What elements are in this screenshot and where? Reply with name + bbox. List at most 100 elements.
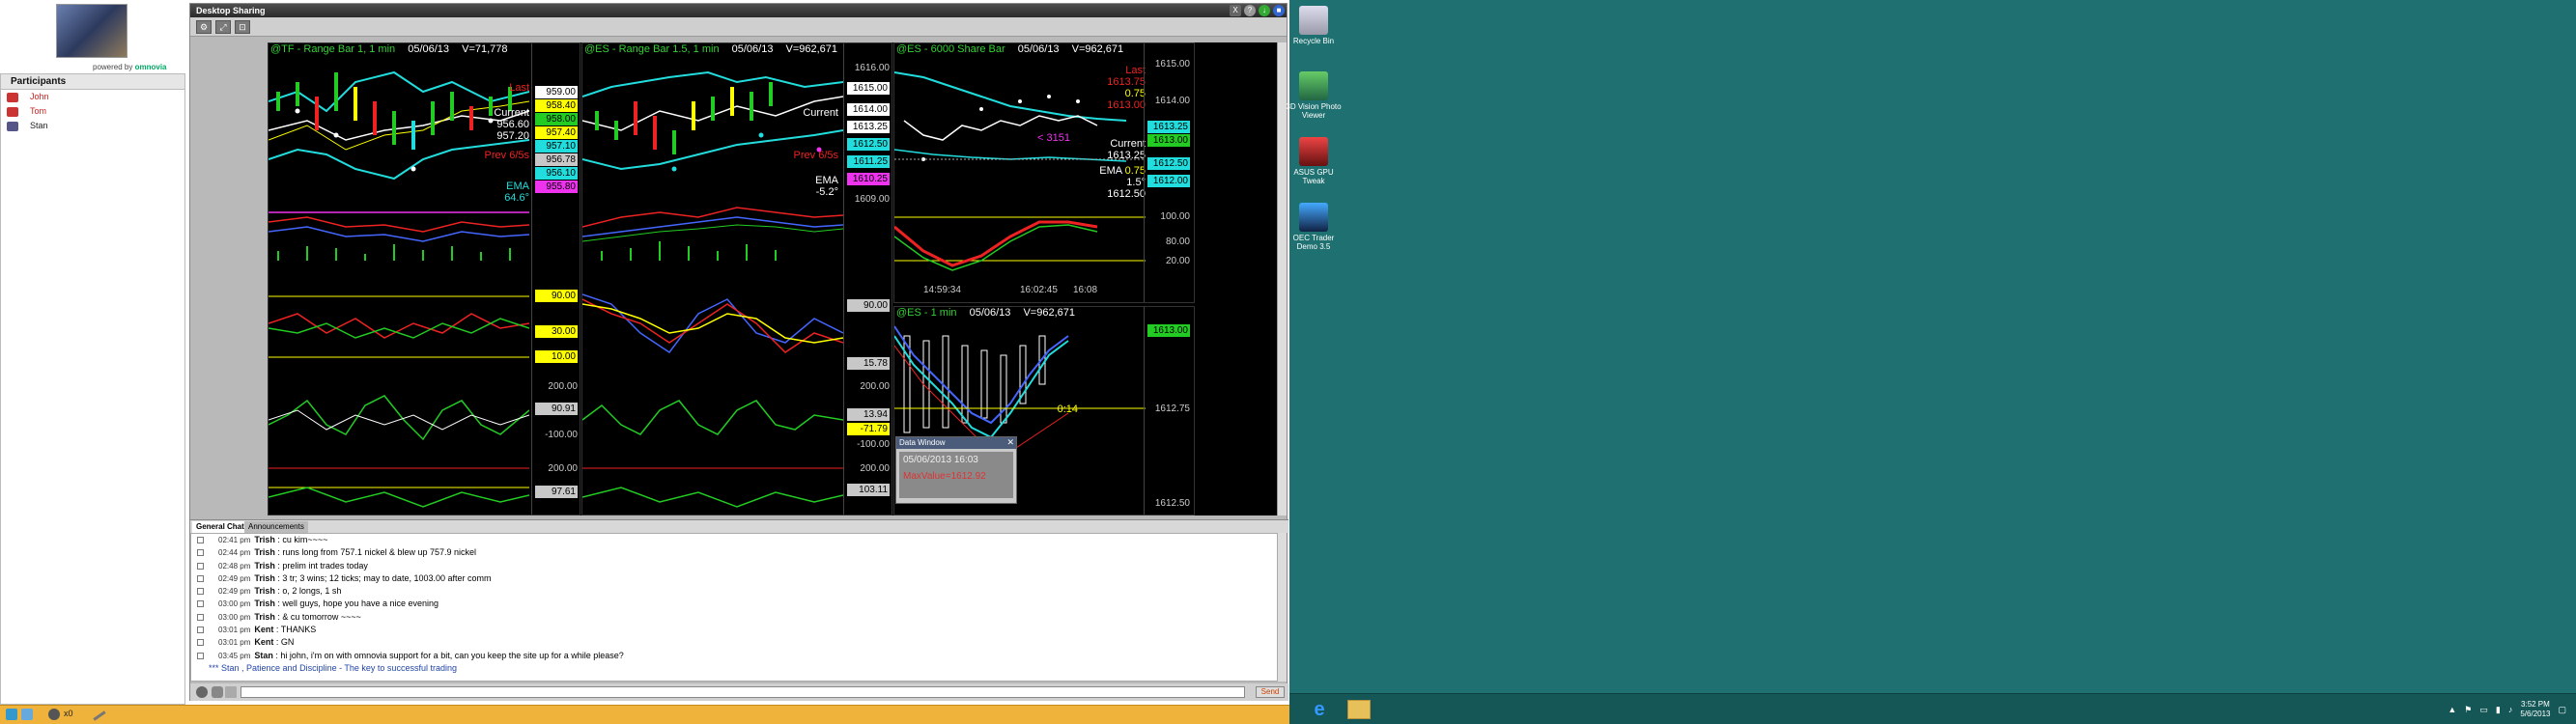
ema-value: 1612.50	[1107, 188, 1146, 200]
message-checkbox[interactable]	[197, 627, 204, 634]
dialog-title-bar[interactable]: Data Window ✕	[896, 437, 1016, 449]
speaker-icon[interactable]	[48, 709, 60, 720]
clock[interactable]: 3:52 PM 5/6/2013	[2520, 700, 2550, 719]
participant-stan[interactable]: Stan	[1, 121, 184, 133]
message-text: : well guys, hope you have a nice evenin…	[277, 599, 439, 609]
sharing-toolbar: ⚙ ⤢ ⊡	[190, 17, 1287, 37]
desktop-icon-label: OEC Trader Demo 3.5	[1292, 234, 1335, 251]
powered-brand: omnovia	[134, 63, 167, 71]
presenter-logo	[56, 4, 127, 58]
price-tag: 1610.25	[847, 173, 890, 185]
current-label: Current	[494, 107, 529, 119]
volume-level: x0	[64, 709, 73, 718]
message-checkbox[interactable]	[197, 652, 204, 659]
price-tag: 1612.50	[1147, 157, 1190, 170]
tab-general-chat[interactable]: General Chat	[192, 521, 248, 533]
ema-value: -5.2°	[815, 186, 838, 198]
desktop-icon-label: 3D Vision Photo Viewer	[1286, 102, 1342, 120]
close-icon[interactable]: ✕	[1006, 437, 1014, 448]
chat-message: 03:01 pm Kent : GN	[191, 636, 1278, 649]
fullscreen-icon[interactable]: ⤢	[215, 19, 231, 34]
price-tag: 1612.50	[847, 138, 890, 151]
osc-tag: 90.91	[535, 403, 578, 415]
gear-icon[interactable]	[196, 686, 208, 698]
message-author: Trish	[254, 611, 275, 622]
message-text: : & cu tomorrow ~~~~	[277, 611, 361, 622]
message-text: : hi john, i'm on with omnovia support f…	[275, 650, 624, 660]
window-icon[interactable]	[21, 709, 33, 720]
help-button[interactable]: ?	[1244, 5, 1256, 16]
flag-icon[interactable]: ⚑	[2464, 705, 2472, 715]
message-author: Trish	[254, 572, 275, 583]
desktop-icon-asus-gpu[interactable]: ASUS GPU Tweak	[1285, 137, 1343, 185]
osc-tag: 13.94	[847, 408, 890, 421]
user-list-icon[interactable]	[6, 709, 17, 720]
message-time: 02:41 pm	[218, 536, 251, 544]
axis-label: 200.00	[548, 381, 578, 392]
file-explorer-icon[interactable]	[1347, 700, 1371, 719]
data-window-dialog[interactable]: Data Window ✕ 05/06/2013 16:03 MaxValue=…	[895, 436, 1017, 504]
fit-screen-icon[interactable]: ⊡	[235, 19, 250, 34]
message-checkbox[interactable]	[197, 600, 204, 608]
price-tag: 956.78	[535, 153, 578, 166]
pencil-icon[interactable]	[93, 710, 106, 721]
monitor-icon[interactable]: ▭	[2479, 705, 2488, 715]
emoticon-icon[interactable]	[225, 686, 237, 698]
message-checkbox[interactable]	[197, 613, 204, 621]
osc-tag: 97.61	[535, 486, 578, 498]
price-tag: 957.40	[535, 126, 578, 139]
send-button[interactable]: Send	[1256, 686, 1285, 698]
chat-message: 03:45 pm Stan : hi john, i'm on with omno…	[191, 650, 1278, 662]
message-time: 02:49 pm	[218, 587, 251, 597]
message-checkbox[interactable]	[197, 537, 204, 543]
network-icon[interactable]: ▮	[2496, 705, 2501, 715]
recycle-bin-icon	[1299, 6, 1328, 35]
chat-message: 03:01 pm Kent : THANKS	[191, 624, 1278, 636]
tab-announcements[interactable]: Announcements	[244, 521, 308, 533]
last-label: Last	[1125, 65, 1146, 76]
osc-tag: 90.00	[535, 290, 578, 302]
time-label: 14:59:34	[923, 285, 961, 295]
desktop-icon-oec-trader[interactable]: OEC Trader Demo 3.5	[1285, 203, 1343, 251]
axis-label: 1616.00	[854, 63, 890, 73]
time-label: 16:08	[1073, 285, 1098, 295]
chat-message-input[interactable]	[241, 686, 1245, 698]
share-current-box: Current 1613.25	[1068, 138, 1146, 161]
settings-button[interactable]: ■	[1273, 5, 1285, 16]
es-range-price-axis: 1616.00 1615.00 1614.00 1613.25 1612.50 …	[843, 43, 892, 515]
message-author: Trish	[254, 535, 275, 544]
message-author: Trish	[254, 586, 275, 597]
prev-label: Prev 6/5s	[484, 150, 529, 161]
download-button[interactable]: ↓	[1259, 5, 1270, 16]
message-checkbox[interactable]	[197, 588, 204, 596]
dialog-title: Data Window	[899, 438, 946, 447]
notification-icon[interactable]: ▢	[2558, 705, 2566, 715]
microphone-icon[interactable]	[212, 686, 223, 698]
internet-explorer-icon[interactable]: e	[1307, 698, 1332, 721]
volume-icon[interactable]: ♪	[2508, 705, 2513, 714]
message-time: 03:01 pm	[218, 638, 251, 648]
powered-by: powered by omnovia	[93, 63, 167, 71]
participant-tom[interactable]: Tom	[1, 106, 184, 119]
chevron-up-icon[interactable]: ▲	[2448, 705, 2456, 714]
windows-taskbar: e ▲ ⚑ ▭ ▮ ♪ 3:52 PM 5/6/2013 ▢	[1289, 693, 2576, 724]
message-checkbox[interactable]	[197, 562, 204, 570]
message-checkbox[interactable]	[197, 549, 204, 557]
axis-label: 20.00	[1165, 256, 1190, 266]
price-tag: 1613.00	[1147, 324, 1190, 337]
participant-john[interactable]: John	[1, 92, 184, 104]
tf-range-chart: @TF - Range Bar 1, 1 min 05/06/13 V=71,7…	[268, 42, 580, 515]
axis-label: 100.00	[1160, 211, 1190, 222]
desktop-icon-3d-vision[interactable]: 3D Vision Photo Viewer	[1285, 71, 1343, 120]
message-checkbox[interactable]	[197, 639, 204, 647]
time-label: 16:02:45	[1020, 285, 1058, 295]
message-time: 03:45 pm	[218, 651, 251, 660]
desktop-icon-recycle-bin[interactable]: Recycle Bin	[1285, 6, 1343, 45]
price-tag: 958.40	[535, 99, 578, 112]
gear-icon[interactable]: ⚙	[196, 19, 212, 34]
message-checkbox[interactable]	[197, 574, 204, 582]
chat-scrollbar[interactable]	[1277, 533, 1287, 682]
close-window-button[interactable]: X	[1230, 5, 1241, 16]
axis-label: 1609.00	[854, 194, 890, 205]
last-prior: 1613.00	[1107, 99, 1146, 111]
